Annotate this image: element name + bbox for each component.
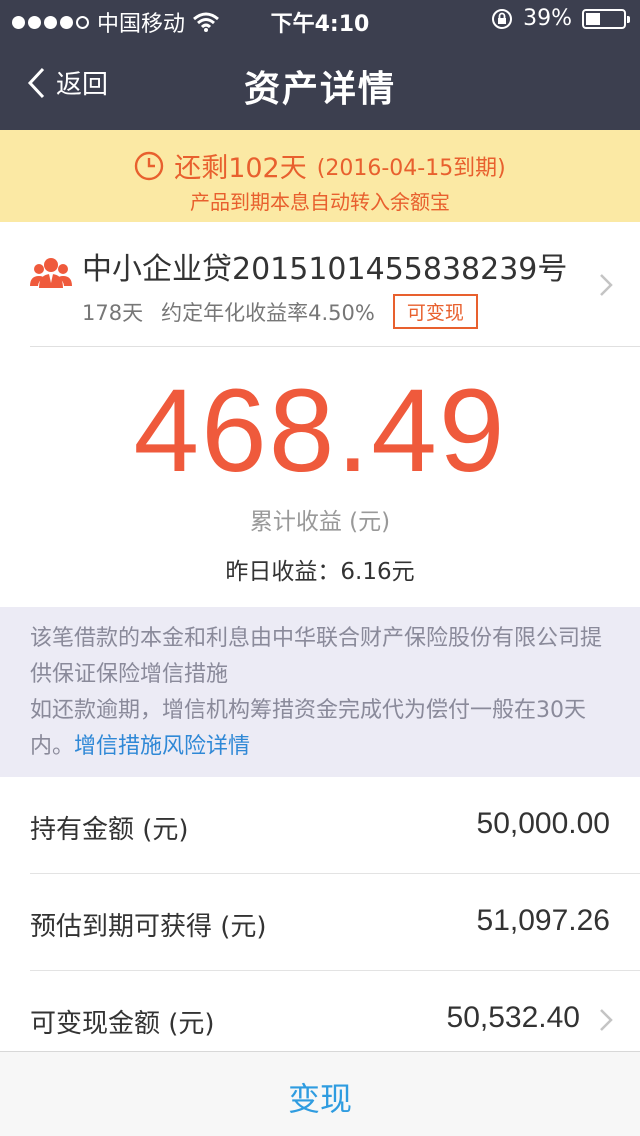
days-remaining: 还剩102天 xyxy=(174,153,307,184)
chevron-right-icon xyxy=(600,1009,613,1031)
status-bar: 中国移动 下午4:10 39% xyxy=(0,0,640,40)
detail-label: 持有金额 (元) xyxy=(30,815,189,845)
guarantee-text: 该笔借款的本金和利息由中华联合财产保险股份有限公司提供保证保险增信措施 xyxy=(30,626,603,687)
cashout-button[interactable]: 变现 xyxy=(0,1074,640,1120)
status-right: 39% xyxy=(491,6,630,31)
page-title: 资产详情 xyxy=(243,69,396,110)
cumulative-earnings-label: 累计收益 (元) xyxy=(249,509,391,535)
detail-value: 50,000.00 xyxy=(476,807,610,840)
cashable-badge: 可变现 xyxy=(392,294,478,329)
notice-line: 还剩102天 (2016-04-15到期) xyxy=(0,146,640,185)
divider xyxy=(30,346,640,347)
yesterday-earnings: 昨日收益：6.16元 xyxy=(225,559,415,585)
detail-value: 51,097.26 xyxy=(476,904,610,937)
bottom-bar: 变现 xyxy=(0,1051,640,1136)
product-meta: 178天 约定年化收益率4.50% 可变现 xyxy=(82,294,478,329)
rotation-lock-icon xyxy=(492,8,513,29)
detail-label: 预估到期可获得 (元) xyxy=(30,912,267,942)
overdue-text: 如还款逾期，增信机构筹措资金完成代为偿付一般在30天内。增信措施风险详情 xyxy=(30,693,610,765)
product-row[interactable]: 中小企业贷2015101455838239号 178天 约定年化收益率4.50%… xyxy=(0,222,640,346)
battery-icon xyxy=(582,8,630,29)
cumulative-earnings: 468.49 xyxy=(133,365,507,497)
nav-bar: 返回 资产详情 xyxy=(0,40,640,130)
due-date: (2016-04-15到期) xyxy=(316,155,506,181)
battery-percent: 39% xyxy=(523,6,572,31)
detail-label: 可变现金额 (元) xyxy=(30,1009,215,1039)
maturity-notice: 还剩102天 (2016-04-15到期) 产品到期本息自动转入余额宝 xyxy=(0,130,640,222)
product-rate: 约定年化收益率4.50% xyxy=(161,300,375,325)
chevron-right-icon xyxy=(600,274,613,296)
detail-value: 50,532.40 xyxy=(446,1001,580,1034)
holding-details: 持有金额 (元) 50,000.00 预估到期可获得 (元) 51,097.26… xyxy=(0,777,640,1051)
asset-summary: 中小企业贷2015101455838239号 178天 约定年化收益率4.50%… xyxy=(0,222,640,607)
product-name: 中小企业贷2015101455838239号 xyxy=(82,252,568,287)
guarantee-info: 该笔借款的本金和利息由中华联合财产保险股份有限公司提供保证保险增信措施 如还款逾… xyxy=(0,607,640,777)
risk-details-link[interactable]: 增信措施风险详情 xyxy=(74,734,250,759)
notice-message: 产品到期本息自动转入余额宝 xyxy=(190,190,450,214)
detail-row-holding: 持有金额 (元) 50,000.00 xyxy=(0,777,640,873)
top-bar: 中国移动 下午4:10 39% 返回 资产详情 xyxy=(0,0,640,130)
product-term: 178天 xyxy=(82,300,144,325)
clock-icon xyxy=(135,151,164,180)
users-icon xyxy=(30,258,72,288)
detail-row-expected: 预估到期可获得 (元) 51,097.26 xyxy=(0,874,640,970)
